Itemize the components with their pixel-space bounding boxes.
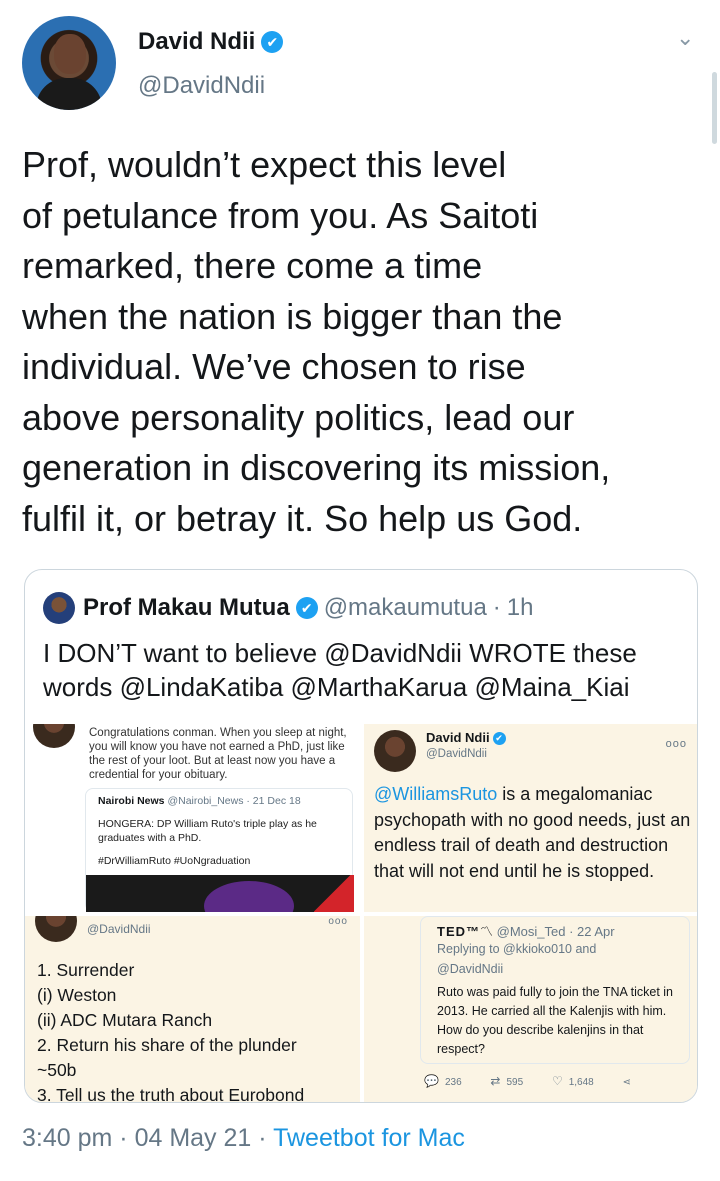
embedded-card: Nairobi News @Nairobi_News · 21 Dec 18 H… bbox=[85, 788, 354, 912]
tweet-line: individual. We’ve chosen to rise bbox=[22, 346, 526, 387]
quote-author-name[interactable]: Prof Makau Mutua bbox=[83, 594, 290, 621]
quote-line: words @LindaKatiba @MarthaKarua @Maina_K… bbox=[43, 672, 630, 702]
author-name[interactable]: David Ndii ✔ bbox=[138, 28, 284, 56]
image-replying-to: Replying to @kkioko010 and @DavidNdii bbox=[437, 939, 677, 979]
tweet-date: 04 May 21 bbox=[134, 1124, 252, 1152]
more-icon: ooo bbox=[328, 916, 348, 927]
reply-count-value: 236 bbox=[444, 1077, 462, 1088]
image-reply-handle-date: @Mosi_Ted · 22 Apr bbox=[496, 924, 615, 939]
media-image-2[interactable]: David Ndii ✔ @DavidNdii ooo @WilliamsRuto… bbox=[364, 724, 697, 912]
quote-age: 1h bbox=[506, 594, 534, 621]
more-icon: ooo bbox=[665, 738, 687, 750]
retweet-icon: ⇄ bbox=[490, 1074, 501, 1088]
image-action-bar: 💬 236 ⇄ 595 ♡ 1,648 ⋖ bbox=[424, 1074, 664, 1088]
card-source-handle: @Nairobi_News · 21 Dec 18 bbox=[167, 795, 301, 807]
image-author-name: David Ndii ✔ bbox=[426, 730, 506, 745]
image-tweet-text: 1. Surrender (i) Weston (ii) ADC Mutara … bbox=[37, 958, 357, 1103]
retweet-count: ⇄ 595 bbox=[490, 1074, 523, 1088]
replying-line: @DavidNdii bbox=[437, 962, 504, 976]
tweet-line: when the nation is bigger than the bbox=[22, 295, 563, 337]
media-image-1[interactable]: Congratulations conman. When you sleep a… bbox=[25, 724, 360, 912]
image-author-handle: @DavidNdii bbox=[87, 922, 151, 936]
chevron-down-icon[interactable]: ⌄ bbox=[676, 27, 696, 49]
tweet-line: above personality politics, lead our bbox=[22, 396, 575, 438]
tweet-client-link[interactable]: Tweetbot for Mac bbox=[273, 1124, 465, 1152]
heart-icon: ♡ bbox=[551, 1074, 563, 1088]
tweet-line: fulfil it, or betray it. So help us God. bbox=[22, 497, 583, 539]
image-reply-text: Ruto was paid fully to join the TNA tick… bbox=[437, 985, 673, 1056]
image-avatar bbox=[33, 724, 75, 748]
card-photo-hat bbox=[204, 881, 294, 912]
image-reply-author-name: TED™ bbox=[437, 924, 480, 939]
image-line: 3. Tell us the truth about Eurobond bbox=[37, 1085, 305, 1103]
card-source-name: Nairobi News bbox=[98, 795, 165, 807]
tweet-time: 3:40 pm bbox=[22, 1124, 113, 1152]
verified-icon: ✔ bbox=[261, 31, 284, 53]
tweet-line: generation in discovering its mission, bbox=[22, 447, 611, 488]
tweet-line: of petulance from you. As Saitoti bbox=[22, 194, 539, 236]
share-icon: ⋖ bbox=[622, 1077, 631, 1088]
image-line: (ii) ADC Mutara Ranch bbox=[37, 1010, 213, 1030]
like-count-value: 1,648 bbox=[568, 1077, 594, 1088]
author-handle[interactable]: @DavidNdii bbox=[138, 72, 265, 100]
reply-count: 💬 236 bbox=[424, 1074, 462, 1088]
tweet-header: David Ndii ✔ @DavidNdii ⌄ bbox=[22, 16, 702, 112]
author-avatar[interactable] bbox=[22, 16, 116, 110]
tweet-line: Prof, wouldn’t expect this level bbox=[22, 144, 507, 185]
image-author-handle: @DavidNdii bbox=[426, 748, 487, 760]
image-avatar bbox=[374, 730, 416, 772]
image-reply-author-emoji: 〽 bbox=[480, 924, 494, 939]
card-source: Nairobi News @Nairobi_News · 21 Dec 18 bbox=[98, 795, 301, 807]
image-avatar bbox=[35, 916, 77, 942]
media-image-3[interactable]: @DavidNdii ooo 1. Surrender (i) Weston (… bbox=[25, 916, 360, 1103]
verified-icon: ✔ bbox=[492, 732, 506, 745]
image-line: ~50b bbox=[37, 1060, 77, 1080]
quote-media-grid[interactable]: Congratulations conman. When you sleep a… bbox=[25, 724, 697, 1103]
meta-separator: · bbox=[119, 1124, 128, 1152]
image-reply-author: TED™〽 @Mosi_Ted · 22 Apr bbox=[437, 921, 615, 940]
image-mention: @WilliamsRuto bbox=[374, 784, 498, 804]
reply-icon: 💬 bbox=[424, 1074, 439, 1088]
quote-header: Prof Makau Mutua ✔ @makaumutua · 1h bbox=[43, 592, 534, 624]
verified-icon: ✔ bbox=[295, 597, 318, 619]
scrollbar[interactable] bbox=[712, 72, 717, 144]
replying-line: Replying to @kkioko010 and bbox=[437, 942, 597, 956]
tweet-line: remarked, there come a time bbox=[22, 245, 483, 286]
author-name-text: David Ndii bbox=[138, 28, 256, 55]
quoted-tweet[interactable]: Prof Makau Mutua ✔ @makaumutua · 1h I DON’T … bbox=[24, 569, 698, 1103]
card-headline: HONGERA: DP William Ruto's triple play a… bbox=[98, 818, 317, 844]
image-author-name-text: David Ndii bbox=[426, 730, 490, 745]
avatar-face bbox=[54, 34, 86, 74]
image-line: 2. Return his share of the plunder bbox=[37, 1035, 297, 1055]
quote-avatar[interactable] bbox=[43, 592, 75, 624]
image-reply-tweet: TED™〽 @Mosi_Ted · 22 Apr Replying to @kk… bbox=[420, 916, 690, 1064]
media-image-4[interactable]: TED™〽 @Mosi_Ted · 22 Apr Replying to @kk… bbox=[364, 916, 697, 1102]
tweet-meta: 3:40 pm · 04 May 21 · Tweetbot for Mac bbox=[22, 1124, 465, 1153]
image-tweet-text: Congratulations conman. When you sleep a… bbox=[89, 727, 347, 781]
tweet-text: Prof, wouldn’t expect this level of petu… bbox=[22, 140, 702, 544]
like-count: ♡ 1,648 bbox=[552, 1074, 594, 1088]
quote-text: I DON’T want to believe @DavidNdii WROTE… bbox=[43, 636, 683, 704]
card-photo bbox=[86, 875, 354, 912]
image-line: (i) Weston bbox=[37, 985, 117, 1005]
retweet-count-value: 595 bbox=[506, 1077, 524, 1088]
image-tweet-text: @WilliamsRuto is a megalomaniac psychopa… bbox=[374, 782, 694, 884]
quote-author-handle[interactable]: @makaumutua bbox=[324, 594, 487, 621]
card-photo-accent bbox=[314, 875, 354, 912]
avatar-shirt bbox=[36, 78, 102, 110]
image-line: 1. Surrender bbox=[37, 960, 135, 980]
meta-separator: · bbox=[258, 1124, 267, 1152]
card-hashtags: #DrWilliamRuto #UoNgraduation bbox=[98, 855, 251, 867]
quote-separator: · bbox=[492, 594, 501, 621]
quote-line: I DON’T want to believe @DavidNdii WROTE… bbox=[43, 638, 637, 668]
